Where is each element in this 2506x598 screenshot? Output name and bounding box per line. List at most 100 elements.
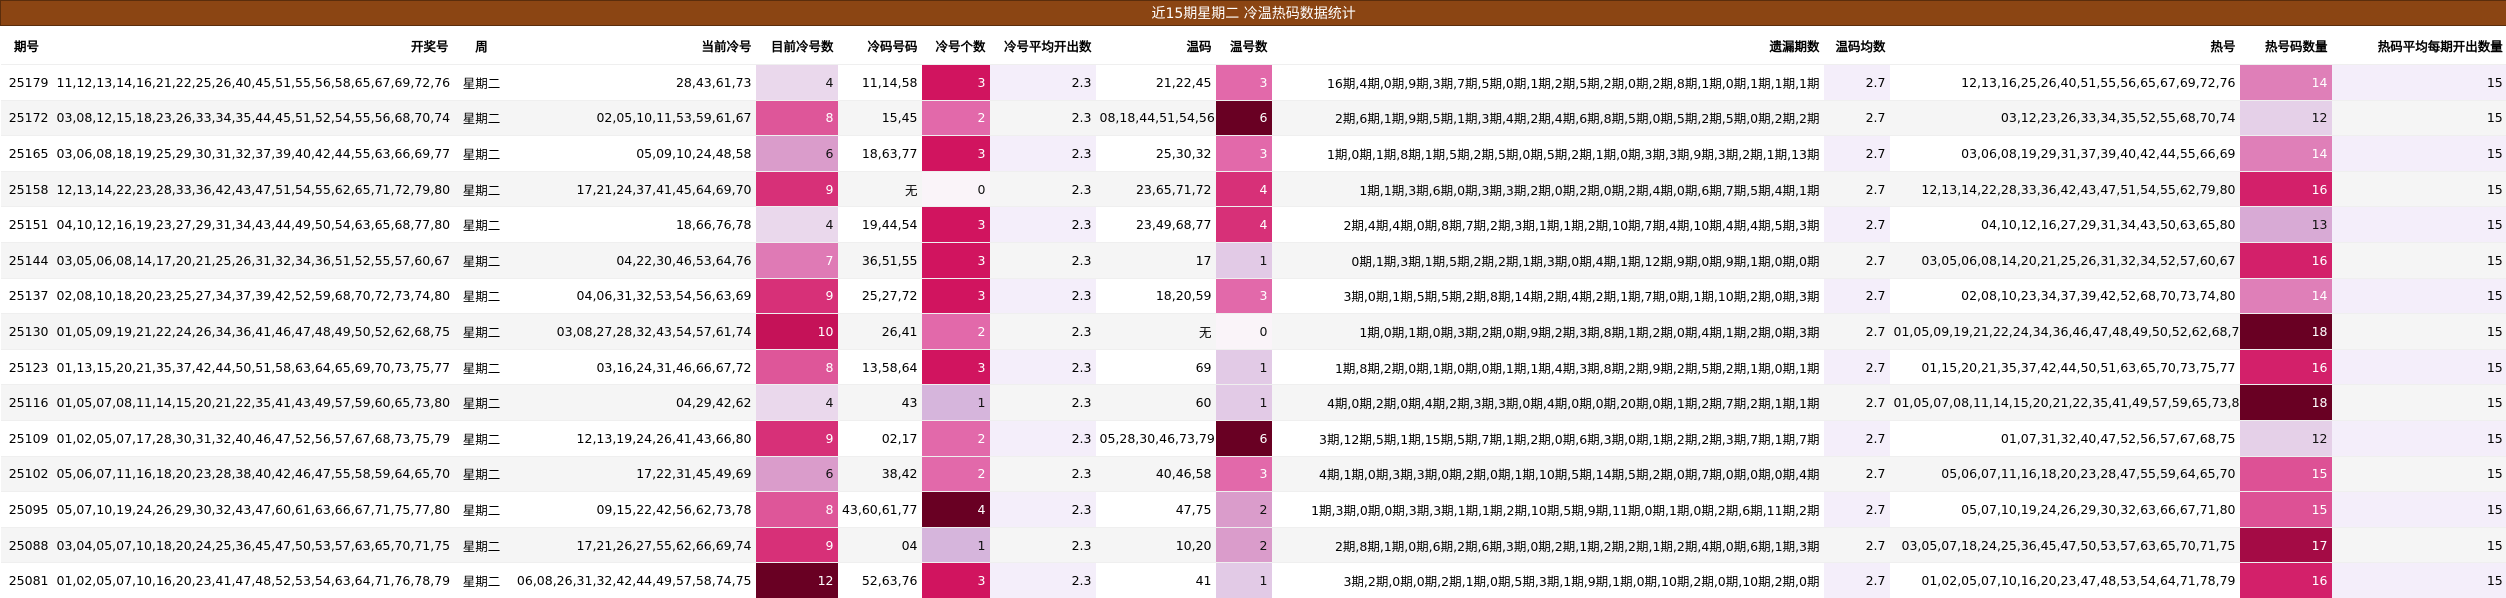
cold-codes-cell: 43,60,61,77 xyxy=(838,492,922,528)
header-cold-avg[interactable]: 冷号平均开出数 xyxy=(990,26,1096,65)
cold-avg-cell: 2.3 xyxy=(990,420,1096,456)
table-row: 2516503,06,08,18,19,25,29,30,31,32,37,39… xyxy=(1,136,2506,172)
cold-now-count-cell: 9 xyxy=(756,527,838,563)
warm-codes-cell: 40,46,58 xyxy=(1096,456,1216,492)
table-row: 2508803,04,05,07,10,18,20,24,25,36,45,47… xyxy=(1,527,2506,563)
week-cell: 星期二 xyxy=(453,171,511,207)
missing-cell: 1期,8期,2期,0期,1期,0期,0期,1期,1期,4期,3期,8期,2期,9… xyxy=(1272,349,1824,385)
cold-avg-cell: 2.3 xyxy=(990,136,1096,172)
current-cold-cell: 04,22,30,46,53,64,76 xyxy=(511,242,756,278)
table-title: 近15期星期二 冷温热码数据统计 xyxy=(1,1,2506,26)
warm-codes-cell: 69 xyxy=(1096,349,1216,385)
warm-count-cell: 6 xyxy=(1216,420,1272,456)
hot-codes-cell: 03,05,07,18,24,25,36,45,47,50,53,57,63,6… xyxy=(1890,527,2240,563)
warm-count-cell: 4 xyxy=(1216,171,1272,207)
hot-avg-cell: 15 xyxy=(2332,456,2506,492)
cold-avg-cell: 2.3 xyxy=(990,100,1096,136)
table-row: 2509505,07,10,19,24,26,29,30,32,43,47,60… xyxy=(1,492,2506,528)
hot-codes-cell: 05,06,07,11,16,18,20,23,28,47,55,59,64,6… xyxy=(1890,456,2240,492)
header-warm-avg[interactable]: 温码均数 xyxy=(1824,26,1890,65)
hot-codes-cell: 01,05,07,08,11,14,15,20,21,22,35,41,49,5… xyxy=(1890,385,2240,421)
current-cold-cell: 17,22,31,45,49,69 xyxy=(511,456,756,492)
header-warm-codes[interactable]: 温码 xyxy=(1096,26,1216,65)
numbers-cell: 05,06,07,11,16,18,20,23,28,38,40,42,46,4… xyxy=(53,456,453,492)
hot-avg-cell: 15 xyxy=(2332,136,2506,172)
header-warm-count[interactable]: 温号数 xyxy=(1216,26,1272,65)
cold-codes-cell: 13,58,64 xyxy=(838,349,922,385)
period-cell: 25151 xyxy=(1,207,53,243)
warm-avg-cell: 2.7 xyxy=(1824,242,1890,278)
hot-count-cell: 16 xyxy=(2240,242,2332,278)
period-cell: 25109 xyxy=(1,420,53,456)
cold-codes-cell: 02,17 xyxy=(838,420,922,456)
header-week[interactable]: 周 xyxy=(453,26,511,65)
warm-count-cell: 1 xyxy=(1216,385,1272,421)
missing-cell: 2期,8期,1期,0期,6期,2期,6期,3期,0期,2期,1期,2期,2期,1… xyxy=(1272,527,1824,563)
warm-codes-cell: 60 xyxy=(1096,385,1216,421)
hot-codes-cell: 03,05,06,08,14,20,21,25,26,31,32,34,52,5… xyxy=(1890,242,2240,278)
header-hot-codes[interactable]: 热号 xyxy=(1890,26,2240,65)
warm-avg-cell: 2.7 xyxy=(1824,314,1890,350)
period-cell: 25172 xyxy=(1,100,53,136)
current-cold-cell: 17,21,26,27,55,62,66,69,74 xyxy=(511,527,756,563)
hot-avg-cell: 15 xyxy=(2332,171,2506,207)
missing-cell: 2期,6期,1期,9期,5期,1期,3期,4期,2期,4期,6期,8期,5期,0… xyxy=(1272,100,1824,136)
current-cold-cell: 04,29,42,62 xyxy=(511,385,756,421)
header-cold-now-count[interactable]: 目前冷号数 xyxy=(756,26,838,65)
header-cold-codes[interactable]: 冷码号码 xyxy=(838,26,922,65)
header-hot-avg[interactable]: 热码平均每期开出数量 xyxy=(2332,26,2506,65)
warm-codes-cell: 10,20 xyxy=(1096,527,1216,563)
warm-codes-cell: 47,75 xyxy=(1096,492,1216,528)
table-row: 2508101,02,05,07,10,16,20,23,41,47,48,52… xyxy=(1,563,2506,598)
cold-avg-cell: 2.3 xyxy=(990,563,1096,598)
missing-cell: 4期,1期,0期,3期,3期,0期,2期,0期,1期,10期,5期,14期,5期… xyxy=(1272,456,1824,492)
current-cold-cell: 17,21,24,37,41,45,64,69,70 xyxy=(511,171,756,207)
cold-codes-cell: 26,41 xyxy=(838,314,922,350)
missing-cell: 3期,0期,1期,5期,5期,2期,8期,14期,2期,4期,2期,1期,7期,… xyxy=(1272,278,1824,314)
hot-count-cell: 17 xyxy=(2240,527,2332,563)
cold-count-cell: 3 xyxy=(922,563,990,598)
cold-now-count-cell: 10 xyxy=(756,314,838,350)
period-cell: 25137 xyxy=(1,278,53,314)
header-period[interactable]: 期号 xyxy=(1,26,53,65)
hot-count-cell: 12 xyxy=(2240,100,2332,136)
cold-count-cell: 3 xyxy=(922,242,990,278)
cold-avg-cell: 2.3 xyxy=(990,527,1096,563)
warm-avg-cell: 2.7 xyxy=(1824,456,1890,492)
header-current-cold[interactable]: 当前冷号 xyxy=(511,26,756,65)
numbers-cell: 04,10,12,16,19,23,27,29,31,34,43,44,49,5… xyxy=(53,207,453,243)
warm-avg-cell: 2.7 xyxy=(1824,385,1890,421)
cold-count-cell: 3 xyxy=(922,65,990,101)
period-cell: 25081 xyxy=(1,563,53,598)
week-cell: 星期二 xyxy=(453,242,511,278)
hot-codes-cell: 02,08,10,23,34,37,39,42,52,68,70,73,74,8… xyxy=(1890,278,2240,314)
current-cold-cell: 03,08,27,28,32,43,54,57,61,74 xyxy=(511,314,756,350)
header-missing[interactable]: 遗漏期数 xyxy=(1272,26,1824,65)
table-row: 2511601,05,07,08,11,14,15,20,21,22,35,41… xyxy=(1,385,2506,421)
header-hot-count[interactable]: 热号码数量 xyxy=(2240,26,2332,65)
warm-avg-cell: 2.7 xyxy=(1824,527,1890,563)
warm-codes-cell: 23,65,71,72 xyxy=(1096,171,1216,207)
cold-count-cell: 3 xyxy=(922,207,990,243)
table-row: 2515812,13,14,22,23,28,33,36,42,43,47,51… xyxy=(1,171,2506,207)
period-cell: 25130 xyxy=(1,314,53,350)
hot-avg-cell: 15 xyxy=(2332,563,2506,598)
warm-count-cell: 3 xyxy=(1216,278,1272,314)
cold-now-count-cell: 9 xyxy=(756,278,838,314)
warm-avg-cell: 2.7 xyxy=(1824,100,1890,136)
period-cell: 25088 xyxy=(1,527,53,563)
header-numbers[interactable]: 开奖号 xyxy=(53,26,453,65)
table-row: 2514403,05,06,08,14,17,20,21,25,26,31,32… xyxy=(1,242,2506,278)
numbers-cell: 03,05,06,08,14,17,20,21,25,26,31,32,34,3… xyxy=(53,242,453,278)
warm-count-cell: 1 xyxy=(1216,242,1272,278)
week-cell: 星期二 xyxy=(453,349,511,385)
header-cold-count[interactable]: 冷号个数 xyxy=(922,26,990,65)
cold-now-count-cell: 9 xyxy=(756,420,838,456)
numbers-cell: 03,04,05,07,10,18,20,24,25,36,45,47,50,5… xyxy=(53,527,453,563)
warm-codes-cell: 08,18,44,51,54,56 xyxy=(1096,100,1216,136)
warm-avg-cell: 2.7 xyxy=(1824,420,1890,456)
current-cold-cell: 06,08,26,31,32,42,44,49,57,58,74,75 xyxy=(511,563,756,598)
hot-codes-cell: 12,13,16,25,26,40,51,55,56,65,67,69,72,7… xyxy=(1890,65,2240,101)
warm-count-cell: 1 xyxy=(1216,563,1272,598)
numbers-cell: 03,06,08,18,19,25,29,30,31,32,37,39,40,4… xyxy=(53,136,453,172)
